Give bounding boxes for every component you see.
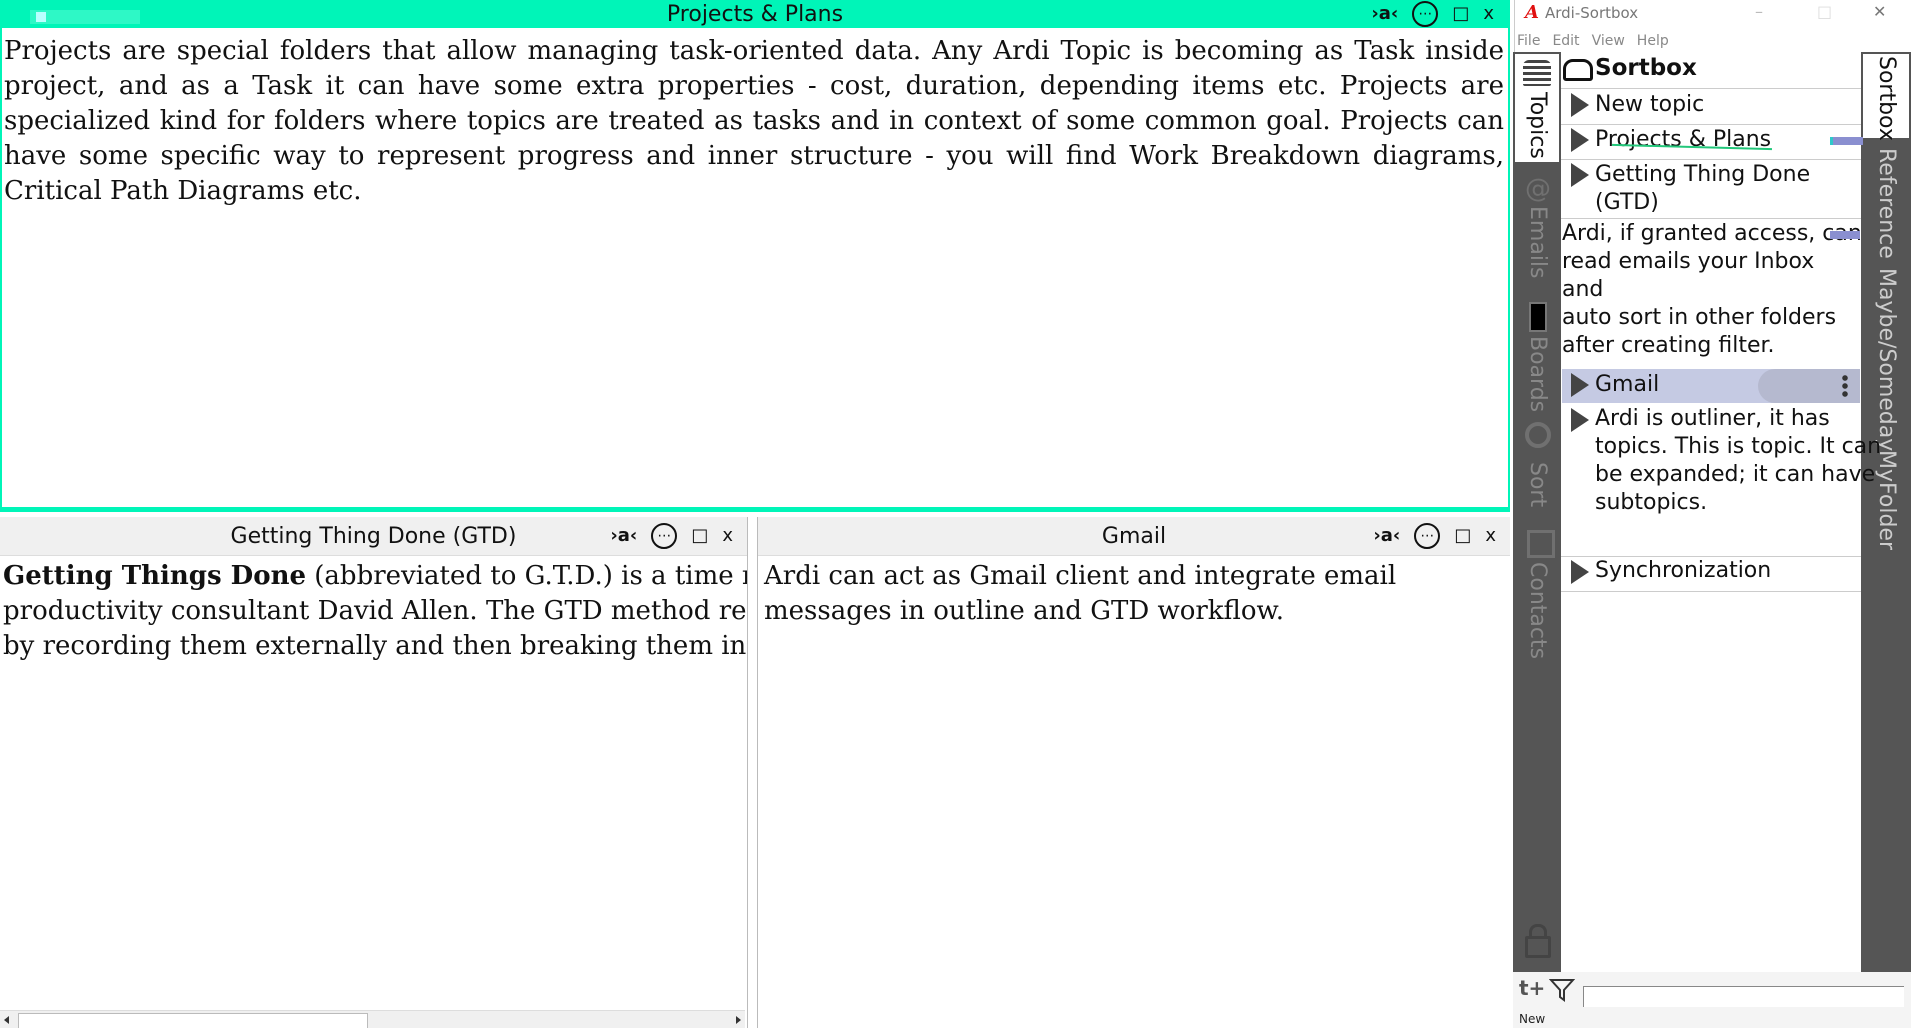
ai-icon[interactable]: ›a‹ [1373,527,1400,545]
panel-title: Projects & Plans [666,1,844,27]
tab-sort-label: Sort [1525,462,1550,508]
gtd-line-2: (GTD) [1595,190,1659,215]
maximize-button[interactable]: □ [1817,2,1832,21]
expand-arrow-icon[interactable] [1571,128,1589,152]
row-divider [1561,591,1861,592]
gtd-line-1: Getting Thing Done [1595,162,1811,187]
topic-body-text[interactable]: Getting Things Done (abbreviated to G.T.… [3,559,748,664]
topics-icon [1523,60,1551,86]
line-1-rest: (abbreviated to G.T.D.) is a time manag [314,561,747,591]
close-button[interactable]: x [722,527,733,545]
tree-item-new-topic[interactable]: New topic [1595,91,1895,119]
tree-item-gtd[interactable]: Getting Thing Done (GTD) [1595,161,1895,217]
horizontal-scrollbar[interactable] [0,1010,745,1028]
sortbox-titlebar[interactable]: A Ardi-Sortbox – □ ✕ [1515,0,1911,28]
new-topic-icon[interactable]: t+ [1519,976,1545,1000]
tree-item-outliner[interactable]: Ardi is outliner, it has topics. This is… [1595,405,1895,517]
tag-marker [1830,231,1860,239]
row-divider [1561,159,1861,160]
top-panel: Projects & Plans ›a‹ ⋯ □ x Projects are … [0,0,1510,512]
minimize-button[interactable]: – [1755,2,1763,21]
outliner-line: subtopics. [1595,490,1708,515]
note-line: after creating filter. [1562,333,1775,358]
tree-note-emails[interactable]: Ardi, if granted access, can read emails… [1562,220,1862,360]
maximize-button[interactable]: □ [1454,527,1471,545]
row-divider [1561,218,1861,219]
scrollbar-thumb[interactable] [18,1013,368,1028]
boards-icon [1529,302,1547,332]
outliner-line: topics. This is topic. It can [1595,434,1882,459]
tab-boards-label: Boards [1525,336,1550,413]
topic-body-text[interactable]: Projects are special folders that allow … [4,34,1504,209]
text-line-3: by recording them externally and then br… [3,631,747,661]
maximize-button[interactable]: □ [691,527,708,545]
new-topic-label[interactable]: New [1519,1012,1545,1026]
bottom-right-panel: Gmail ›a‹ ⋯ □ x Ardi can act as Gmail cl… [757,517,1510,1028]
at-icon: @ [1525,174,1551,204]
top-panel-titlebar[interactable]: Projects & Plans ›a‹ ⋯ □ x [2,0,1508,28]
more-options-icon[interactable]: ⋯ [1414,523,1441,549]
close-button[interactable]: x [1485,527,1496,545]
tree-item-gmail[interactable]: Gmail [1595,371,1895,399]
expand-arrow-icon[interactable] [1571,93,1589,117]
expand-arrow-icon[interactable] [1571,560,1589,584]
more-options-icon[interactable]: ⋯ [1412,1,1439,27]
filter-input[interactable] [1583,986,1904,1007]
note-line: Ardi, if granted access, can [1562,221,1862,246]
bold-lead: Getting Things Done [3,561,307,591]
close-button[interactable]: x [1483,5,1494,23]
left-tab-sidebar: Topics @ Emails Boards Sort Contacts [1513,52,1561,972]
row-divider [1561,88,1861,89]
expand-arrow-icon[interactable] [1571,408,1589,432]
titlebar-grip[interactable] [30,10,140,24]
contacts-icon [1527,530,1555,558]
text-line-1: Getting Things Done (abbreviated to G.T.… [3,559,747,594]
maximize-button[interactable]: □ [1452,5,1469,23]
lock-icon[interactable] [1525,936,1551,958]
tab-contacts-label: Contacts [1525,562,1550,660]
tab-emails-label: Emails [1525,206,1550,279]
scroll-left-arrow[interactable] [4,1016,9,1024]
ai-icon[interactable]: ›a‹ [610,527,637,545]
text-line-2: productivity consultant David Allen. The… [3,596,748,626]
row-divider [1561,124,1861,125]
tag-marker [1830,137,1863,145]
filter-icon[interactable] [1549,978,1575,1002]
panel-title: Gmail [1101,523,1167,549]
menu-help[interactable]: Help [1637,33,1669,49]
tab-topics-label: Topics [1525,92,1550,159]
app-logo: A [1525,2,1539,23]
menu-view[interactable]: View [1592,33,1625,49]
tab-contacts[interactable]: Contacts [1515,526,1559,706]
lock-shackle [1529,924,1547,939]
bottom-left-titlebar[interactable]: Getting Thing Done (GTD) ›a‹ ⋯ □ x [0,517,747,556]
outliner-line: Ardi is outliner, it has [1595,406,1830,431]
tree-root[interactable]: Sortbox [1595,54,1895,82]
search-icon [1525,422,1551,448]
note-line: read emails your Inbox and [1562,249,1815,302]
ai-icon[interactable]: ›a‹ [1371,5,1398,23]
expand-arrow-icon[interactable] [1571,163,1589,187]
menu-edit[interactable]: Edit [1552,33,1579,49]
titlebar-grip-dot [36,12,46,22]
topic-body-text[interactable]: Ardi can act as Gmail client and integra… [764,559,1494,629]
outliner-line: be expanded; it can have [1595,462,1876,487]
tab-topics[interactable]: Topics [1515,54,1559,162]
sortbox-bottom-bar: t+ New [1513,972,1911,1028]
panel-title: Getting Thing Done (GTD) [230,523,517,549]
window-title: Ardi-Sortbox [1545,4,1639,22]
more-options-icon[interactable]: ⋯ [651,523,678,549]
inbox-icon [1563,59,1593,81]
bottom-left-panel: Getting Thing Done (GTD) ›a‹ ⋯ □ x Getti… [0,517,748,1028]
scroll-right-arrow[interactable] [736,1016,741,1024]
tree-item-synchronization[interactable]: Synchronization [1595,557,1895,585]
bottom-right-titlebar[interactable]: Gmail ›a‹ ⋯ □ x [758,517,1510,556]
close-button[interactable]: ✕ [1873,2,1886,21]
note-line: auto sort in other folders [1562,305,1837,330]
expand-arrow-icon[interactable] [1571,373,1589,397]
menu-file[interactable]: File [1517,33,1540,49]
menu-bar: File Edit View Help [1515,30,1911,52]
